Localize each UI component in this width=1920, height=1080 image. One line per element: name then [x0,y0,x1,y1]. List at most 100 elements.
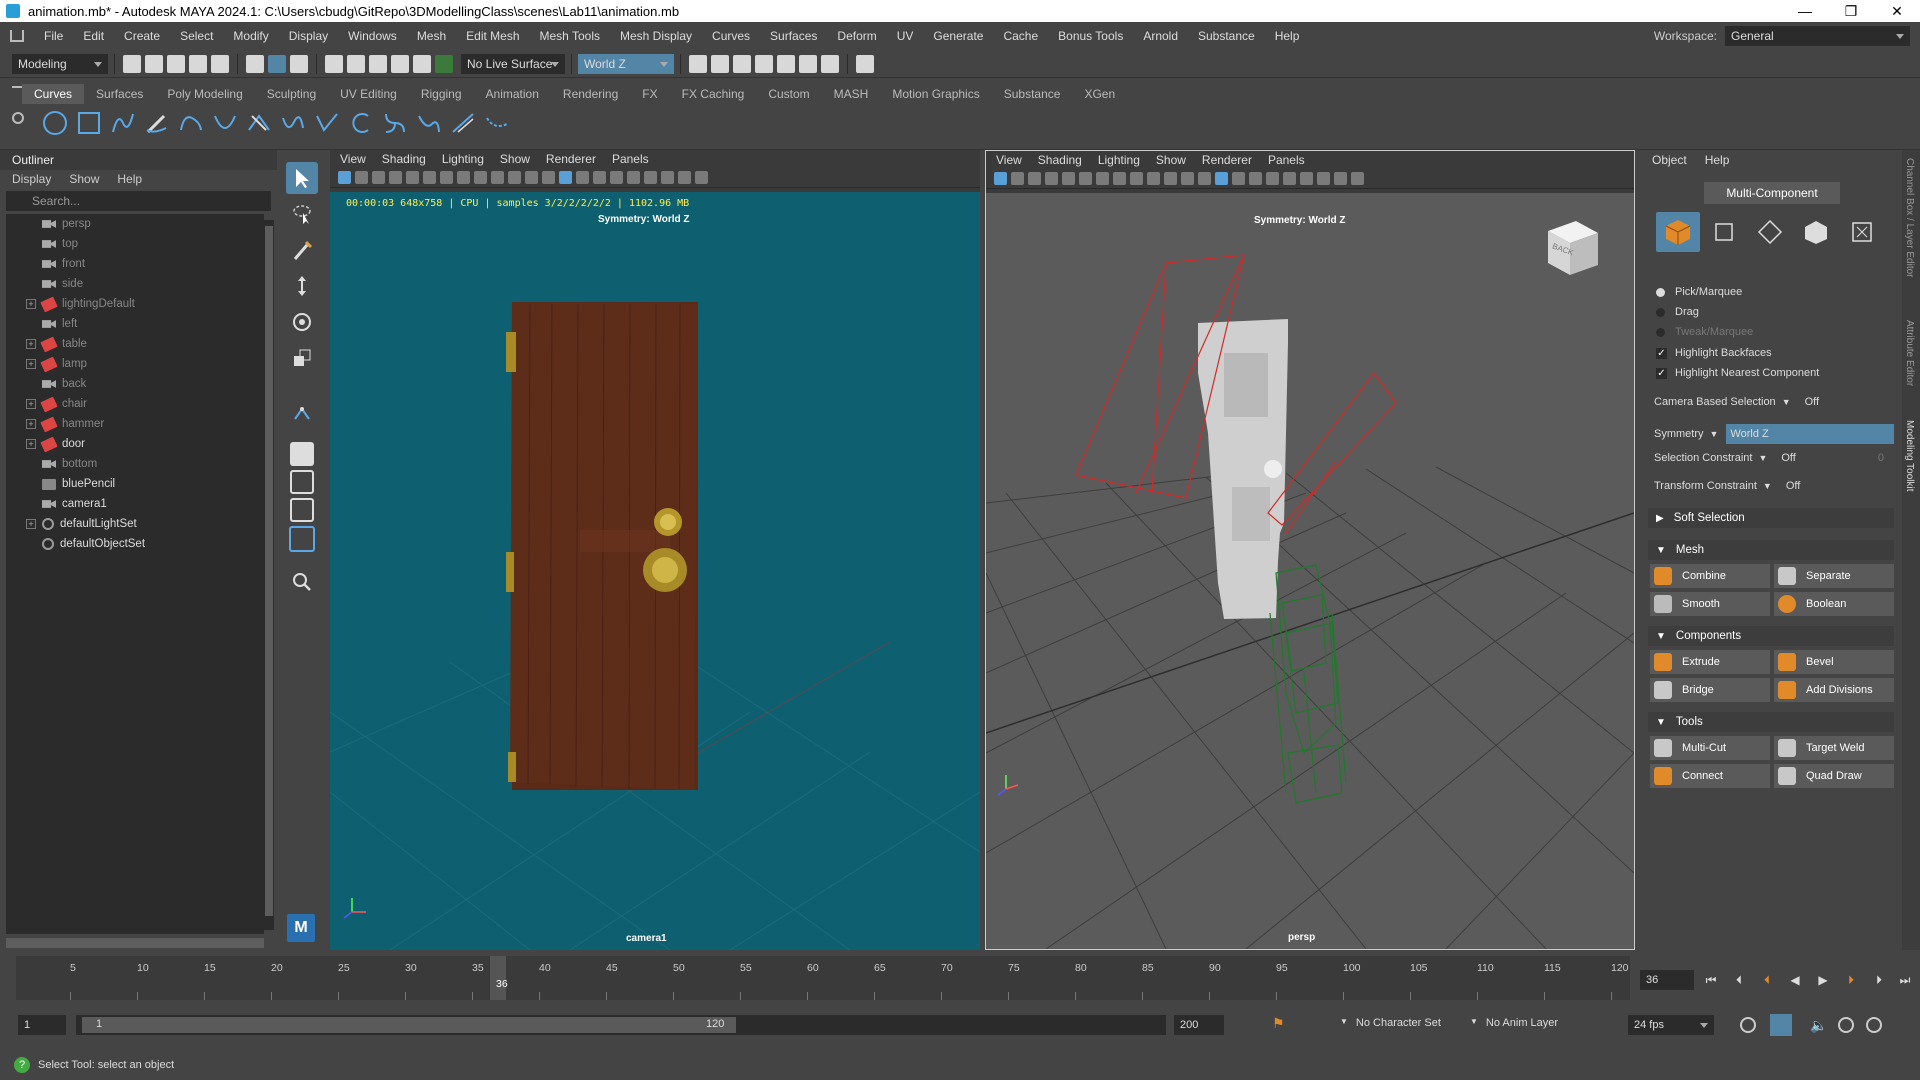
smooth-shade-icon[interactable] [1215,172,1228,185]
go-to-end-icon[interactable]: ⏭ [1896,972,1914,988]
wireframe-icon[interactable] [542,171,555,184]
viewport-camera1[interactable]: View Shading Lighting Show Renderer Pane… [330,150,980,950]
gate-mask-icon[interactable] [491,171,504,184]
menu-deform[interactable]: Deform [827,29,886,43]
vp1-menu-show[interactable]: Show [500,150,530,168]
mesh-section[interactable]: ▼ Mesh [1648,540,1894,560]
sign-in-icon[interactable] [856,54,874,73]
range-slider-handle[interactable] [82,1017,736,1033]
pencil-curve-icon[interactable] [142,108,172,138]
extrude-button[interactable]: Extrude [1650,650,1770,674]
expand-icon[interactable]: + [26,439,36,449]
lights-icon[interactable] [610,171,623,184]
transform-constraint-value[interactable]: Off [1786,480,1800,492]
maximize-button[interactable]: ❐ [1828,3,1874,20]
resolution-gate-icon[interactable] [1130,172,1143,185]
separate-button[interactable]: Separate [1774,564,1894,588]
menu-display[interactable]: Display [279,29,338,43]
nurbs-circle-icon[interactable] [40,108,70,138]
vp1-menu-view[interactable]: View [340,150,366,168]
xray-joints-icon[interactable] [695,171,708,184]
two-pane-layout-icon[interactable] [290,498,314,522]
gate-mask-icon[interactable] [1147,172,1160,185]
fps-dropdown[interactable]: 24 fps [1628,1015,1714,1035]
shadows-icon[interactable] [627,171,640,184]
menu-mesh-display[interactable]: Mesh Display [610,29,702,43]
menu-windows[interactable]: Windows [338,29,407,43]
menu-substance[interactable]: Substance [1188,29,1265,43]
shelf-tab-substance[interactable]: Substance [992,84,1073,104]
shelf-tab-uv-editing[interactable]: UV Editing [328,84,409,104]
default-material-icon[interactable] [576,171,589,184]
2d-pan-zoom-icon[interactable] [1062,172,1075,185]
view-cube[interactable]: BACK [1542,215,1602,279]
shelf-tab-mash[interactable]: MASH [822,84,881,104]
search-icon[interactable] [286,566,318,598]
menu-file[interactable]: File [34,29,73,43]
grease-pencil-icon[interactable] [1079,172,1092,185]
connect-button[interactable]: Connect [1650,764,1770,788]
save-scene-icon[interactable] [167,54,185,73]
snap-curve-icon[interactable] [347,54,365,73]
film-gate-icon[interactable] [1113,172,1126,185]
curve-edit-icon[interactable] [278,108,308,138]
film-gate-icon[interactable] [457,171,470,184]
symmetry-dropdown[interactable]: World Z [578,53,674,74]
outliner-horizontal-scrollbar[interactable] [6,938,264,948]
redo-icon[interactable] [211,54,229,73]
refresh-icon[interactable] [1838,1017,1854,1033]
menu-uv[interactable]: UV [887,29,924,43]
live-surface-field[interactable]: No Live Surface [461,53,565,74]
render-settings-icon[interactable] [755,54,773,73]
viewport-persp[interactable]: View Shading Lighting Show Renderer Pane… [985,150,1635,950]
expand-icon[interactable]: + [26,339,36,349]
modeling-toolkit-tab[interactable]: Modeling Toolkit [1904,420,1915,492]
outliner-vertical-scrollbar[interactable] [264,220,274,930]
add-divisions-button[interactable]: Add Divisions [1774,678,1894,702]
sketch-curve-icon[interactable] [312,108,342,138]
vp1-menu-renderer[interactable]: Renderer [546,150,596,168]
make-live-icon[interactable] [413,54,431,73]
outliner-item-hammer[interactable]: + hammer [6,414,264,434]
outliner-menu-show[interactable]: Show [69,170,99,188]
lights-icon[interactable] [1266,172,1279,185]
shelf-tab-fx[interactable]: FX [630,84,669,104]
menu-curves[interactable]: Curves [702,29,760,43]
step-forward-key-icon[interactable]: ⏵ [1870,972,1888,988]
outliner-item-table[interactable]: + table [6,334,264,354]
select-object-icon[interactable] [268,54,286,73]
outliner-item-left[interactable]: left [6,314,264,334]
outliner-item-defaultlightset[interactable]: + defaultLightSet [6,514,264,534]
menu-bonus-tools[interactable]: Bonus Tools [1048,29,1133,43]
arnold-render-icon[interactable] [799,54,817,73]
shelf-tab-rigging[interactable]: Rigging [409,84,474,104]
last-tool-used-icon[interactable] [286,396,318,428]
render-frame-icon[interactable] [711,54,729,73]
menu-arnold[interactable]: Arnold [1133,29,1188,43]
select-hierarchy-icon[interactable] [246,54,264,73]
outliner-menu-display[interactable]: Display [12,170,51,188]
2d-pan-zoom-icon[interactable] [406,171,419,184]
anim-layer-selector[interactable]: ▼ No Anim Layer [1470,1017,1558,1029]
step-back-key-icon[interactable]: ⏴ [1730,972,1748,988]
outliner-item-camera1[interactable]: camera1 [6,494,264,514]
ambient-occlusion-icon[interactable] [1300,172,1313,185]
new-scene-icon[interactable] [123,54,141,73]
menu-mesh[interactable]: Mesh [407,29,456,43]
highlight-nearest-checkbox[interactable]: ✓ Highlight Nearest Component [1656,367,1819,379]
bookmark-icon[interactable] [372,171,385,184]
outliner-item-chair[interactable]: + chair [6,394,264,414]
shelf-tab-surfaces[interactable]: Surfaces [84,84,155,104]
shelf-settings-gear-icon[interactable] [12,112,24,124]
outliner-item-persp[interactable]: persp [6,214,264,234]
field-chart-icon[interactable] [1164,172,1177,185]
grease-pencil-icon[interactable] [423,171,436,184]
expand-icon[interactable]: + [26,399,36,409]
play-forwards-icon[interactable]: ▶ [1814,972,1832,988]
vp2-menu-shading[interactable]: Shading [1038,151,1082,169]
snap-grid-icon[interactable] [325,54,343,73]
outliner-item-bottom[interactable]: bottom [6,454,264,474]
move-tool-icon[interactable] [286,270,318,302]
multi-cut-button[interactable]: Multi-Cut [1650,736,1770,760]
menu-edit[interactable]: Edit [73,29,114,43]
